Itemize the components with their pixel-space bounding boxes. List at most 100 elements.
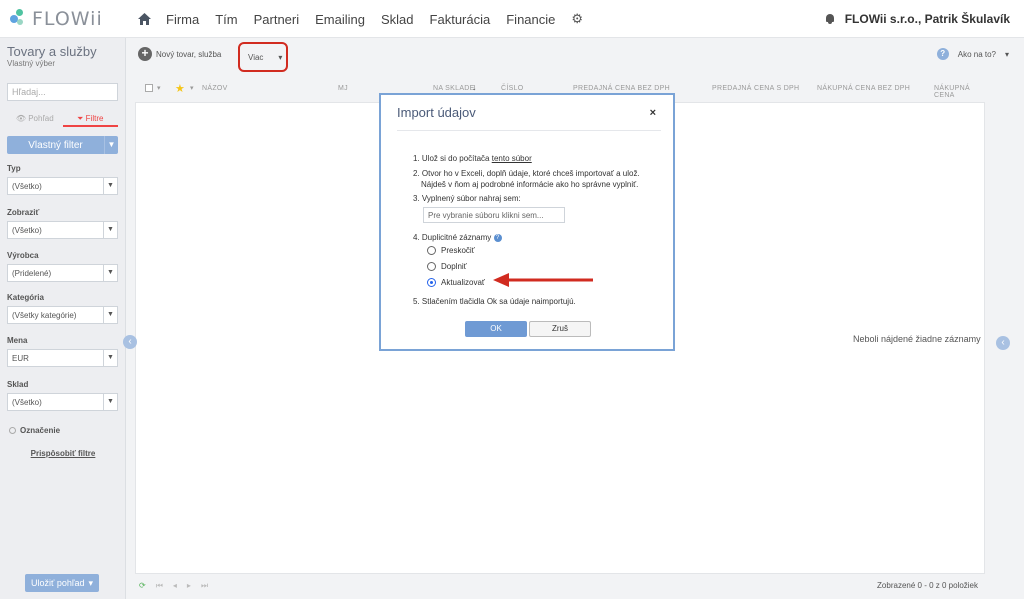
column-header-purchase-price-net[interactable]: NÁKUPNÁ CENA BEZ DPH [817,85,910,92]
caret-down-icon: ▾ [278,52,283,62]
first-page-icon[interactable]: ⏮ [156,581,163,591]
tab-filters[interactable]: ⏷ Filtre [62,111,118,127]
help-link[interactable]: ? Ako na to? ▾ [936,48,1009,60]
nav-item-emailing[interactable]: Emailing [315,12,365,27]
filter-select-currency[interactable]: EUR ▼ [7,349,118,367]
next-page-icon[interactable]: ▸ [187,581,191,591]
dropdown-arrow-icon: ▼ [103,350,117,366]
filter-select-show[interactable]: (Všetko) ▼ [7,221,118,239]
filter-select-category[interactable]: (Všetky kategórie) ▼ [7,306,118,324]
help-question-icon[interactable]: ? [493,233,502,242]
step-1: 1. Ulož si do počítača tento súbor [413,154,532,163]
flowii-logo[interactable]: FLOWii [8,8,103,30]
star-icon[interactable]: ★ [175,82,185,95]
download-file-link[interactable]: tento súbor [492,154,532,163]
radio-circle [427,246,436,255]
cancel-button[interactable]: Zruš [529,321,591,337]
filter-icon: ⏷ [77,114,86,123]
import-dialog: Import údajov × 1. Ulož si do počítača t… [379,93,675,351]
view-filter-tabs: 👁 Pohľad ⏷ Filtre [7,111,118,127]
chevron-down-icon: ▾ [88,577,94,588]
question-icon: ? [936,48,949,60]
top-navigation-bar: FLOWii Firma Tím Partneri Emailing Sklad… [0,0,1024,38]
search-input[interactable]: Hľadaj... [7,83,118,101]
save-view-button[interactable]: Uložiť pohľad ▾ [25,574,99,592]
column-header-sale-price-net[interactable]: PREDAJNÁ CENA BEZ DPH [573,85,670,92]
select-all-checkbox[interactable] [145,84,153,92]
sort-arrow-icon[interactable]: ↓ [472,82,477,92]
pagination: ⟳ ⏮ ◂ ▸ ⏭ [139,581,208,591]
dropdown-arrow-icon: ▼ [103,222,117,238]
empty-table-message: Neboli nájdené žiadne záznamy [853,334,981,344]
nav-item-partneri[interactable]: Partneri [254,12,300,27]
ok-button[interactable]: OK [465,321,527,337]
marking-filter[interactable]: Označenie [9,426,60,435]
column-header-purchase-price[interactable]: NÁKUPNÁ CENA [934,85,985,99]
nav-item-fakturacia[interactable]: Fakturácia [430,12,491,27]
home-icon[interactable] [136,11,152,27]
bell-icon[interactable] [825,13,835,25]
collapse-sidebar-arrow-icon[interactable]: ‹ [123,335,137,349]
nav-item-sklad[interactable]: Sklad [381,12,414,27]
column-header-unit[interactable]: MJ [338,85,348,92]
radio-circle-selected [427,278,436,287]
nav-item-tim[interactable]: Tím [215,12,237,27]
dialog-title: Import údajov [397,105,476,120]
step-4: 4. Duplicitné záznamy ? [413,232,502,243]
new-item-button[interactable]: + Nový tovar, služba [138,47,221,61]
filter-select-manufacturer[interactable]: (Pridelené) ▼ [7,264,118,282]
radio-update[interactable]: Aktualizovať [427,278,485,287]
tab-view[interactable]: 👁 Pohľad [7,111,63,127]
prev-page-icon[interactable]: ◂ [173,581,177,591]
plus-circle-icon [9,427,16,434]
table-footer: ⟳ ⏮ ◂ ▸ ⏭ Zobrazené 0 - 0 z 0 položiek [135,578,985,594]
step-2-line-2: Nájdeš v ňom aj podrobné informácie ako … [421,180,639,189]
close-icon[interactable]: × [650,107,656,119]
displayed-count: Zobrazené 0 - 0 z 0 položiek [877,581,978,590]
page-title: Tovary a služby [7,44,97,59]
filter-label-currency: Mena [7,336,28,345]
more-button[interactable]: Viac ▾ [238,42,288,72]
custom-filter-button[interactable]: Vlastný filter ▼ [7,136,118,154]
filter-sidebar: Tovary a služby Vlastný výber Hľadaj... … [0,38,126,599]
caret-down-icon: ▾ [1004,49,1009,59]
gear-icon[interactable]: ⚙ [571,11,583,27]
chevron-down-icon[interactable]: ▾ [157,84,161,92]
refresh-icon[interactable]: ⟳ [139,581,146,591]
step-2-line-1: 2. Otvor ho v Exceli, doplň údaje, ktoré… [413,169,640,178]
filter-select-type[interactable]: (Všetko) ▼ [7,177,118,195]
filter-label-type: Typ [7,164,21,173]
expand-panel-arrow-icon[interactable]: ‹ [996,336,1010,350]
filter-label-manufacturer: Výrobca [7,251,39,260]
step-5: 5. Stlačením tlačidla Ok sa údaje naimpo… [413,297,576,306]
red-arrow-annotation-icon [493,273,593,287]
toolbar: + Nový tovar, služba Viac ▾ ? Ako na to?… [127,38,1024,76]
file-upload-input[interactable]: Pre vybranie súboru klikni sem... [423,207,565,223]
column-header-name[interactable]: NÁZOV [202,85,228,92]
last-page-icon[interactable]: ⏭ [201,581,208,591]
column-header-sale-price-gross[interactable]: PREDAJNÁ CENA S DPH [712,85,799,92]
nav-item-financie[interactable]: Financie [506,12,555,27]
dropdown-arrow-icon: ▼ [103,394,117,410]
filter-select-warehouse[interactable]: (Všetko) ▼ [7,393,118,411]
logo-text: FLOWii [32,8,103,30]
dropdown-arrow-icon: ▼ [103,178,117,194]
user-name[interactable]: FLOWii s.r.o., Patrik Škulavík [845,12,1010,26]
main-menu: Firma Tím Partneri Emailing Sklad Faktur… [136,0,583,38]
chevron-down-icon[interactable]: ▼ [104,136,118,154]
user-area: FLOWii s.r.o., Patrik Škulavík [825,12,1010,26]
radio-skip[interactable]: Preskočiť [427,246,475,255]
column-header-stock[interactable]: NA SKLADE [433,85,475,92]
eye-icon: 👁 [15,114,29,123]
chevron-down-icon[interactable]: ▾ [190,84,194,92]
column-header-number[interactable]: ČÍSLO [501,85,524,92]
logo-icon [8,9,26,29]
step-3: 3. Vyplnený súbor nahraj sem: [413,194,521,203]
nav-item-firma[interactable]: Firma [166,12,199,27]
page-subtitle: Vlastný výber [7,59,56,68]
customize-filters-link[interactable]: Prispôsobiť filtre [0,449,126,458]
filter-label-warehouse: Sklad [7,380,29,389]
filter-label-category: Kategória [7,293,44,302]
radio-fill[interactable]: Doplniť [427,262,467,271]
dropdown-arrow-icon: ▼ [103,265,117,281]
